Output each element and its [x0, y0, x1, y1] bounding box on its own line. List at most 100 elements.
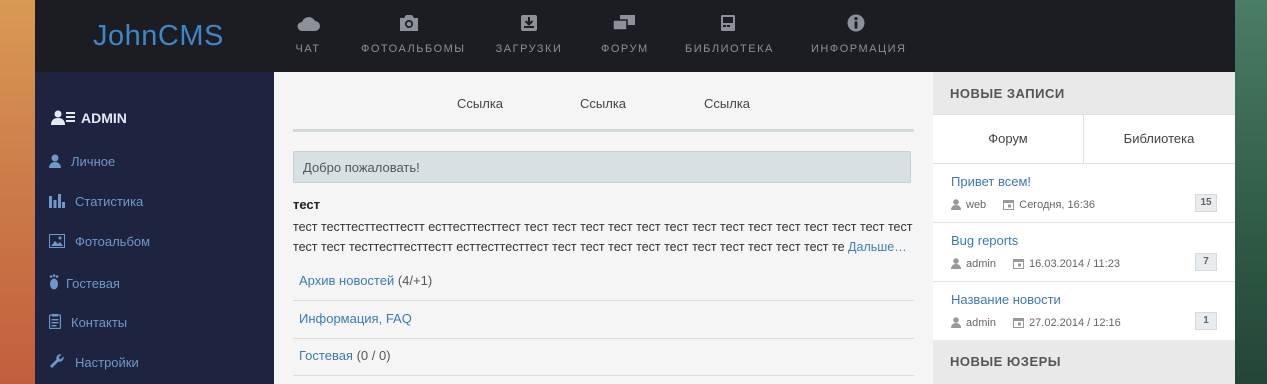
user-icon: [49, 154, 61, 168]
sidebar-item-photoalbum[interactable]: Фотоальбом: [49, 234, 150, 249]
post-count-badge: 1: [1195, 312, 1217, 330]
sidebar-user[interactable]: ADMIN: [51, 110, 127, 126]
list-item-news-archive[interactable]: Архив новостей (4/+1): [293, 263, 914, 301]
welcome-text: Добро пожаловать!: [303, 160, 420, 175]
sidebar-item-guestbook[interactable]: Гостевая: [49, 274, 120, 291]
camera-icon: [400, 15, 418, 31]
user-icon: [951, 317, 961, 328]
site-logo[interactable]: JohnCMS: [93, 20, 224, 53]
post-item: Bug reports admin 16.03.2014 / 11:23 7: [933, 222, 1235, 282]
quick-link-2[interactable]: Ссылка: [580, 96, 626, 111]
new-users-title: НОВЫЕ ЮЗЕРЫ: [950, 354, 1062, 369]
post-author[interactable]: admin: [966, 258, 996, 270]
page-background-right: [1235, 0, 1267, 384]
sidebar-item-label: Статистика: [75, 194, 144, 209]
contacts-icon: [48, 314, 62, 330]
post-count-badge: 15: [1195, 194, 1217, 212]
nav-information[interactable]: ИНФОРМАЦИЯ: [811, 0, 907, 72]
page-background-left: [0, 0, 35, 384]
post-item: Привет всем! web Сегодня, 16:36 15: [933, 163, 1235, 223]
nav-information-label: ИНФОРМАЦИЯ: [811, 43, 907, 55]
quick-link-3[interactable]: Ссылка: [704, 96, 750, 111]
list-item-count-open: (0 /: [352, 348, 379, 363]
read-more-link[interactable]: Дальше…: [848, 240, 907, 254]
post-author[interactable]: web: [966, 199, 986, 211]
list-item-title[interactable]: Информация, FAQ: [299, 311, 412, 326]
post-count-badge: 7: [1195, 253, 1217, 271]
post-title-link[interactable]: Bug reports: [951, 233, 1018, 248]
user-sidebar: ADMIN Личное Статистика Фотоальбом Госте…: [35, 72, 274, 384]
post-title-link[interactable]: Привет всем!: [951, 174, 1031, 189]
list-item-guestbook-label: Гостевая (0 / 0): [299, 348, 391, 363]
quick-link-1[interactable]: Ссылка: [457, 96, 503, 111]
nav-chat-label: ЧАТ: [295, 43, 321, 55]
post-date: 16.03.2014 / 11:23: [1029, 258, 1120, 270]
tab-library[interactable]: Библиотека: [1084, 115, 1234, 163]
sidebar-item-label: Фотоальбом: [75, 234, 151, 249]
nav-library[interactable]: БИБЛИОТЕКА: [685, 0, 774, 72]
list-item-title[interactable]: Гостевая: [299, 348, 353, 363]
calendar-icon: [1013, 318, 1025, 328]
nav-photoalbums[interactable]: ФОТОАЛЬБОМЫ: [361, 0, 466, 72]
post-meta: admin 16.03.2014 / 11:23: [951, 258, 1120, 270]
calendar-icon: [1013, 259, 1025, 269]
list-item-count-close: ): [386, 348, 391, 363]
sidebar-item-label: Личное: [71, 154, 116, 169]
welcome-alert: Добро пожаловать!: [293, 151, 911, 183]
post-item: Название новости admin 27.02.2014 / 12:1…: [933, 281, 1235, 341]
post-date-wrap: Сегодня, 16:36: [1003, 199, 1095, 211]
new-posts-header: НОВЫЕ ЗАПИСИ: [933, 72, 1235, 114]
post-date-wrap: 27.02.2014 / 12:16: [1013, 317, 1121, 329]
user-icon: [951, 258, 961, 269]
sidebar-item-label: Гостевая: [66, 276, 120, 291]
main-content: Ссылка Ссылка Ссылка Добро пожаловать! т…: [274, 72, 933, 384]
sidebar-item-label: Контакты: [71, 315, 128, 330]
list-item-news-archive-label: Архив новостей (4/+1): [299, 273, 432, 288]
info-icon: [847, 14, 865, 32]
nav-chat[interactable]: ЧАТ: [283, 0, 333, 72]
quick-links: Ссылка Ссылка Ссылка: [293, 72, 914, 132]
sidebar-item-personal[interactable]: Личное: [49, 154, 115, 169]
picture-icon: [49, 234, 65, 248]
nav-downloads[interactable]: ЗАГРУЗКИ: [494, 0, 564, 72]
post-date-wrap: 16.03.2014 / 11:23: [1013, 258, 1120, 270]
sidebar-item-label: Настройки: [75, 355, 139, 370]
right-panel: НОВЫЕ ЗАПИСИ Форум Библиотека Привет все…: [933, 72, 1235, 384]
new-posts-title: НОВЫЕ ЗАПИСИ: [950, 86, 1065, 101]
post-date: Сегодня, 16:36: [1019, 199, 1096, 211]
list-item-info-faq[interactable]: Информация, FAQ: [293, 301, 914, 339]
nav-forum-label: ФОРУМ: [601, 43, 649, 55]
download-icon: [521, 15, 537, 31]
nav-photoalbums-label: ФОТОАЛЬБОМЫ: [361, 43, 466, 55]
footprint-icon: [49, 274, 59, 290]
cloud-icon: [297, 17, 320, 31]
new-count-badge: +1: [413, 273, 428, 288]
new-posts-tabs: Форум Библиотека: [933, 114, 1235, 164]
tab-forum[interactable]: Форум: [933, 115, 1084, 163]
sidebar-item-statistics[interactable]: Статистика: [49, 194, 143, 209]
sidebar-item-contacts[interactable]: Контакты: [48, 314, 128, 330]
nav-forum[interactable]: ФОРУМ: [601, 0, 647, 72]
bar-chart-icon: [49, 194, 65, 208]
news-title: тест: [293, 197, 321, 212]
news-body: тест тесттесттесттестт ecттесттесттест т…: [293, 217, 918, 257]
chat-bubbles-icon: [612, 15, 635, 31]
post-meta: admin 27.02.2014 / 12:16: [951, 317, 1121, 329]
calendar-icon: [1003, 200, 1015, 210]
nav-library-label: БИБЛИОТЕКА: [685, 43, 774, 55]
list-item-title[interactable]: Архив новостей: [299, 273, 394, 288]
user-icon: [951, 199, 961, 210]
news-text-line2: тест тест тесттесттесттестт ecттесттестт…: [293, 240, 845, 254]
new-users-header: НОВЫЕ ЮЗЕРЫ: [933, 340, 1235, 384]
post-date: 27.02.2014 / 12:16: [1029, 317, 1121, 329]
book-icon: [721, 15, 735, 31]
post-author[interactable]: admin: [966, 317, 996, 329]
post-title-link[interactable]: Название новости: [951, 292, 1061, 307]
news-text-line1: тест тесттесттесттестт ecттесттесттест т…: [293, 220, 913, 234]
sidebar-username: ADMIN: [81, 110, 127, 126]
nav-downloads-label: ЗАГРУЗКИ: [495, 43, 563, 55]
sidebar-item-settings[interactable]: Настройки: [49, 354, 139, 370]
wrench-icon: [50, 354, 64, 368]
list-item-guestbook[interactable]: Гостевая (0 / 0): [293, 338, 914, 376]
list-item-count-open: (4/: [394, 273, 414, 288]
